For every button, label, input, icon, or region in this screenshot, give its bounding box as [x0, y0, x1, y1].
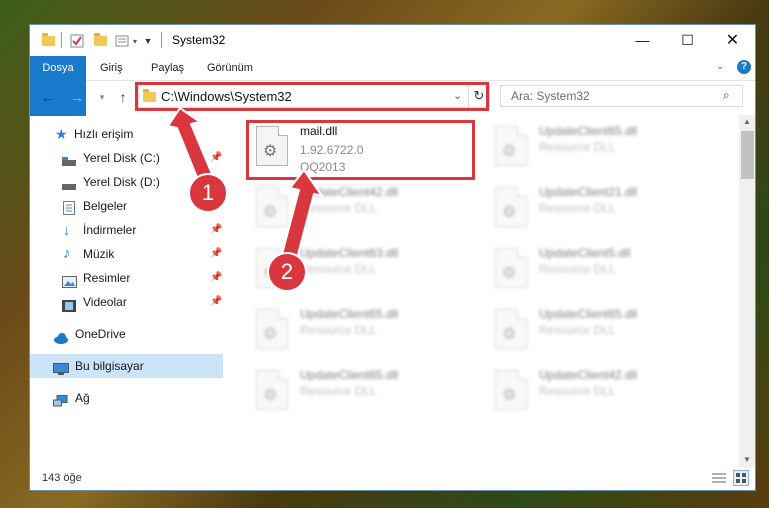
arrow-2	[279, 168, 325, 264]
callout-2: 2	[267, 252, 307, 292]
arrow-1	[166, 106, 214, 182]
callout-1: 1	[188, 173, 228, 213]
arrow-annotations	[166, 106, 325, 264]
